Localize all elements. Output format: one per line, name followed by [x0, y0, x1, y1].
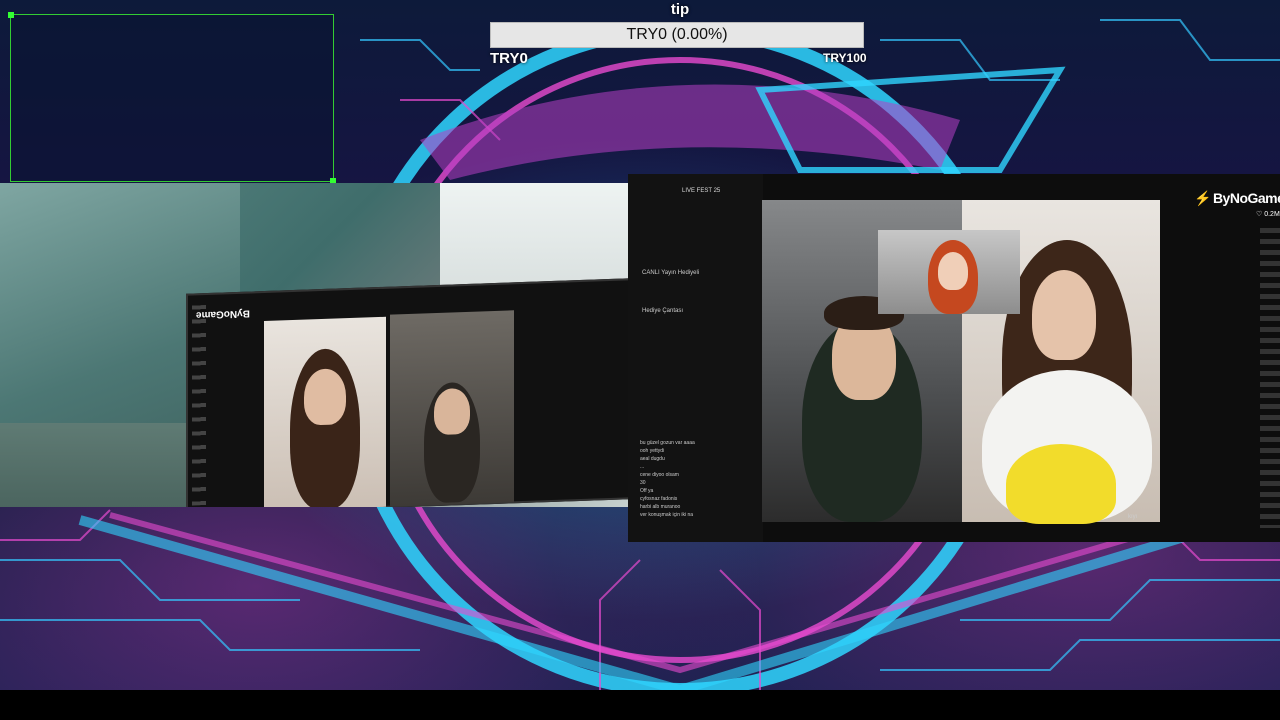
- pip-face: [938, 252, 968, 290]
- chat-message: Off ya: [640, 488, 654, 494]
- guest-face: [1032, 270, 1096, 360]
- stream-cam-pip: [878, 230, 1020, 314]
- chat-message: cene diyoo olsam: [640, 472, 679, 478]
- chat-message: aeal dugdu: [640, 456, 665, 462]
- yellow-plush-toy: [1006, 444, 1116, 524]
- tip-goal-min-label: TRY0: [490, 50, 528, 67]
- stream-brand-logo: ⚡ ByNoGame: [1194, 190, 1280, 207]
- laptop-cam-guest: [264, 316, 386, 507]
- chat-message: 30: [640, 480, 646, 486]
- chat-message: ver konuşmak için iki na: [640, 512, 694, 518]
- chat-message: cyfosnaz fadonis: [640, 496, 678, 502]
- chat-message: ooh yettydi: [640, 448, 665, 454]
- stream-video-right: LIVE FEST 25 CANLI Yayın Hediyeli Hediye…: [628, 174, 1280, 542]
- laptop-brand-text: ByNoGame: [196, 307, 250, 321]
- webcam-video-left: ByNoGame: [0, 183, 640, 507]
- tip-goal-title: tip: [670, 1, 690, 18]
- brand-text: ByNoGame: [1212, 190, 1280, 206]
- laptop-cam-host: [390, 310, 514, 507]
- laptop-screen: ByNoGame: [186, 278, 630, 507]
- viewer-count: ♡ 0.2M: [1256, 211, 1280, 218]
- host-face: [434, 387, 470, 436]
- frame-corner-handle[interactable]: [8, 12, 14, 18]
- bolt-icon: ⚡: [1194, 190, 1211, 206]
- live-label: LIVE FEST 25: [682, 188, 721, 194]
- guest-face: [304, 368, 346, 426]
- chat-message: bu güzel gozun var aaaa: [640, 440, 695, 446]
- camera-frame-placeholder: [8, 12, 336, 184]
- chat-message: ...: [640, 464, 645, 470]
- laptop-sidebar: [192, 305, 206, 506]
- stream-chat-panel: LIVE FEST 25 CANLI Yayın Hediyeli Hediye…: [628, 174, 763, 542]
- bottom-black-bar: [0, 690, 1280, 720]
- side-item-gift[interactable]: CANLI Yayın Hediyeli: [642, 270, 699, 276]
- pip-label: kıyı: [1128, 514, 1138, 520]
- tip-goal-max-label: TRY100: [823, 51, 867, 65]
- leaderboard-list: [1260, 228, 1280, 528]
- chat-message: harbi alb muranoo: [640, 504, 681, 510]
- tip-goal-progress-text: TRY0 (0.00%): [626, 26, 728, 43]
- side-item-bag[interactable]: Hediye Çantası: [642, 308, 683, 314]
- tip-goal-progress-bar: TRY0 (0.00%): [490, 22, 864, 48]
